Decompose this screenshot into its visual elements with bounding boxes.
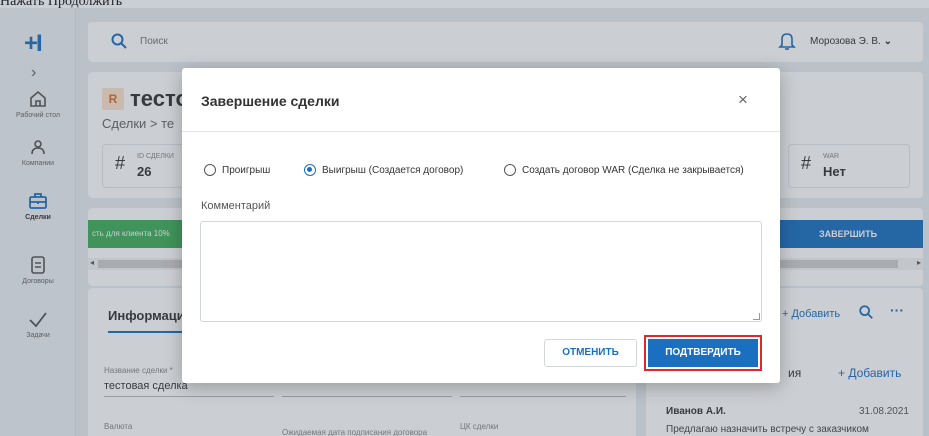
radio-win[interactable]: Выигрыш (Создается договор) (304, 164, 463, 176)
radio-label: Выигрыш (Создается договор) (322, 164, 464, 176)
radio-label: Создать договор WAR (Сделка не закрывает… (522, 164, 744, 176)
comment-label: Комментарий (201, 200, 271, 212)
finish-deal-dialog: Завершение сделки × Проигрыш Выигрыш (Со… (182, 68, 780, 383)
confirm-button[interactable]: ПОДТВЕРДИТЬ (648, 339, 758, 367)
radio-label: Проигрыш (222, 164, 271, 176)
divider (182, 131, 780, 132)
radio-circle[interactable] (204, 164, 216, 176)
cancel-button[interactable]: ОТМЕНИТЬ (544, 339, 637, 367)
dialog-title: Завершение сделки (201, 93, 340, 109)
close-icon[interactable]: × (738, 90, 748, 110)
radio-war-contract[interactable]: Создать договор WAR (Сделка не закрывает… (504, 164, 744, 176)
radio-circle[interactable] (304, 164, 316, 176)
radio-loss[interactable]: Проигрыш (204, 164, 270, 176)
comment-textarea[interactable] (200, 221, 762, 322)
radio-circle[interactable] (504, 164, 516, 176)
